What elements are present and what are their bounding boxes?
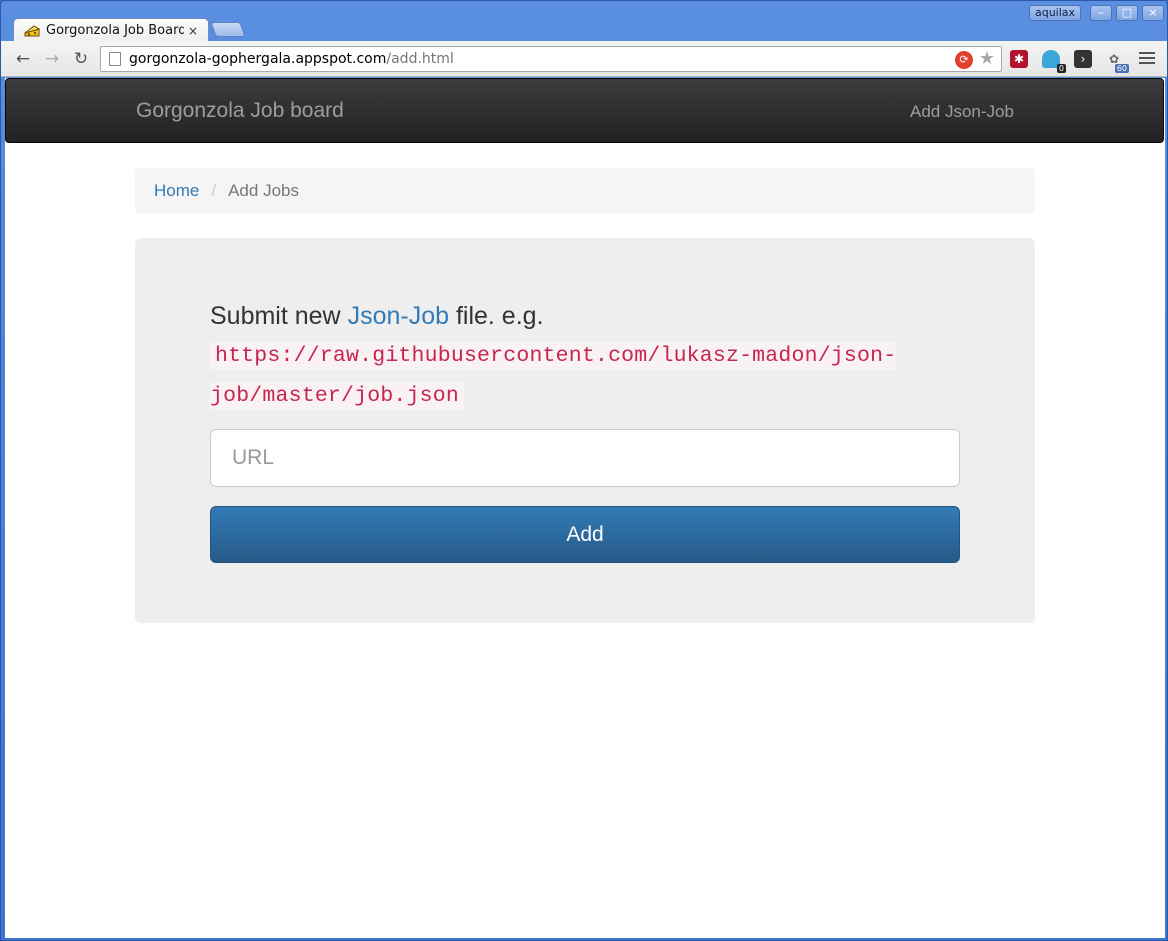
example-url-code: https://raw.githubusercontent.com/lukasz… (210, 342, 897, 410)
maximize-icon[interactable]: □ (1116, 5, 1138, 21)
navbar: Gorgonzola Job board Add Json-Job (5, 78, 1164, 143)
ghostery-extension-icon[interactable]: 0 (1042, 50, 1066, 73)
breadcrumb-current: Add Jobs (228, 180, 299, 200)
lastpass-extension-icon[interactable]: ✱ (1010, 50, 1028, 68)
menu-icon[interactable] (1139, 52, 1155, 66)
navbar-brand[interactable]: Gorgonzola Job board (136, 99, 344, 123)
tab-strip: Gorgonzola Job Board × aquilax – □ × (1, 1, 1167, 42)
submit-instructions: Submit new Json-Job file. e.g. https://ra… (210, 302, 897, 410)
address-bar[interactable]: gorgonzola-gophergala.appspot.com/add.ht… (100, 46, 1002, 72)
breadcrumb-home[interactable]: Home (154, 181, 199, 201)
minimize-icon[interactable]: – (1090, 5, 1112, 21)
reload-icon[interactable]: ↻ (71, 49, 91, 69)
close-window-icon[interactable]: × (1142, 5, 1164, 21)
extension-badge: 0 (1056, 64, 1066, 73)
tab-close-icon[interactable]: × (184, 24, 202, 38)
forward-icon[interactable]: → (42, 49, 62, 69)
rabbit-extension-icon[interactable]: ✿ 60 (1105, 50, 1129, 73)
bookmark-star-icon[interactable]: ★ (979, 48, 995, 69)
breadcrumb-separator: / (211, 180, 217, 200)
json-job-link[interactable]: Json-Job (348, 302, 449, 330)
tab-active[interactable]: Gorgonzola Job Board × (13, 18, 209, 42)
url-input[interactable]: URL (210, 429, 960, 487)
browser-window: Gorgonzola Job Board × aquilax – □ × ← →… (0, 0, 1168, 941)
extension-badge: 60 (1114, 64, 1129, 73)
omnibox-extension-icon[interactable]: ⟳ (955, 51, 973, 69)
browser-toolbar: ← → ↻ gorgonzola-gophergala.appspot.com/… (1, 41, 1167, 77)
add-button[interactable]: Add (210, 506, 960, 563)
back-icon[interactable]: ← (13, 49, 33, 69)
add-json-job-link[interactable]: Add Json-Job (910, 102, 1014, 122)
new-tab-button[interactable] (210, 22, 246, 37)
page-viewport: Gorgonzola Job board Add Json-Job Home /… (5, 78, 1165, 938)
tab-title: Gorgonzola Job Board (46, 23, 184, 38)
breadcrumb: Home / Add Jobs (135, 168, 1035, 213)
url-text: gorgonzola-gophergala.appspot.com/add.ht… (129, 51, 454, 67)
profile-button[interactable]: aquilax (1029, 5, 1081, 21)
page-icon (109, 52, 121, 66)
cheese-favicon-icon (24, 24, 41, 38)
terminal-extension-icon[interactable]: › (1074, 50, 1092, 68)
submit-panel: Submit new Json-Job file. e.g. https://ra… (135, 238, 1035, 623)
